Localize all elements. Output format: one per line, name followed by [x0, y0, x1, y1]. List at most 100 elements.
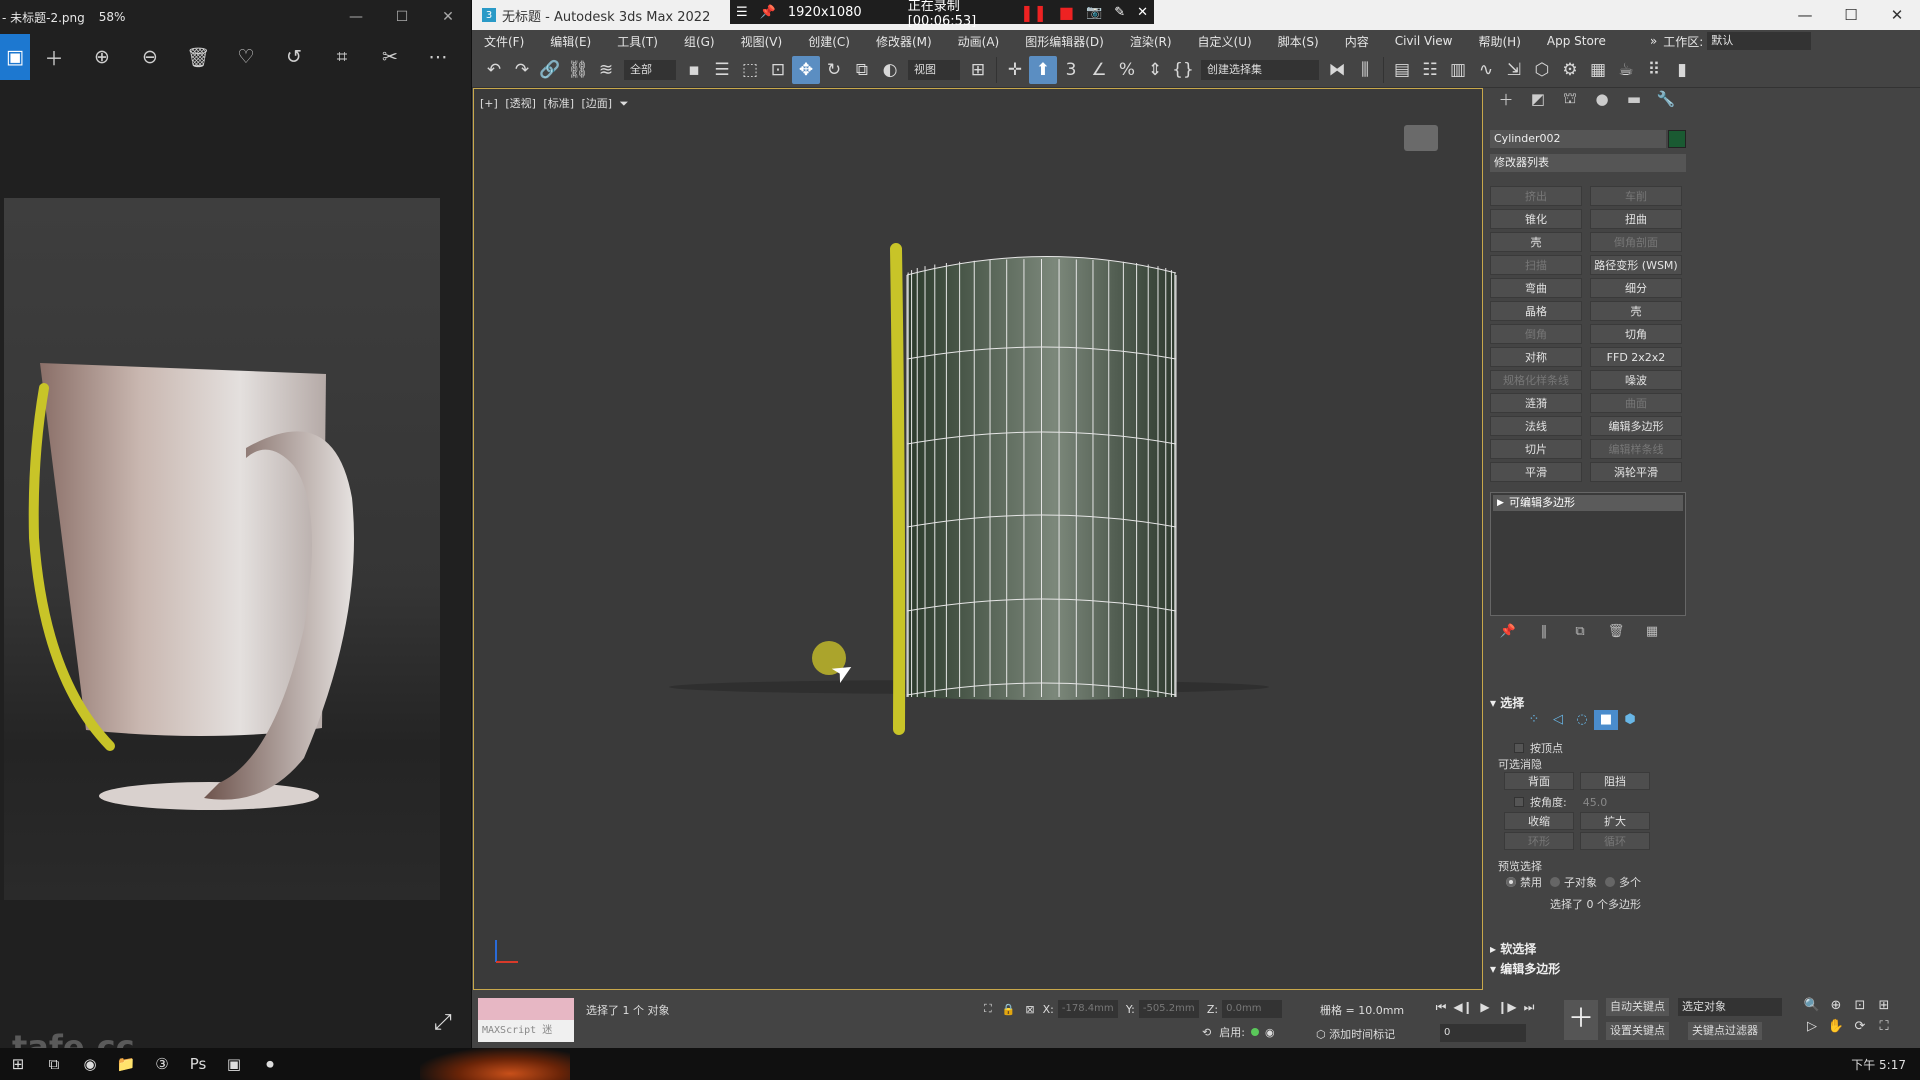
place-icon[interactable]: ◐	[876, 56, 904, 84]
menu-animation[interactable]: 动画(A)	[958, 33, 1000, 50]
menu-modifiers[interactable]: 修改器(M)	[876, 33, 932, 50]
viewport-layout-icon[interactable]: ⠿	[1640, 56, 1668, 84]
selection-rollout-header[interactable]: ▾ 选择	[1490, 694, 1686, 711]
utilities-tab-icon[interactable]: 🔧	[1650, 90, 1682, 108]
spinner-snap-icon[interactable]: ⇕	[1141, 56, 1169, 84]
close-icon[interactable]: ✕	[425, 9, 471, 25]
menu-tools[interactable]: 工具(T)	[617, 33, 658, 50]
current-frame-field[interactable]: 0	[1440, 1024, 1526, 1042]
render-setup-icon[interactable]: ⚙	[1556, 56, 1584, 84]
pen-icon[interactable]: ✎	[1114, 5, 1125, 20]
workspace-dropdown[interactable]: 默认	[1707, 32, 1812, 50]
zoom-all-icon[interactable]: ⊕	[1824, 998, 1848, 1013]
element-level-icon[interactable]: ⬢	[1618, 710, 1642, 730]
maximize-viewport-icon[interactable]: ⛶	[1872, 1019, 1896, 1034]
modifier-button[interactable]: 噪波	[1590, 370, 1682, 390]
perspective-viewport[interactable]: [+] [透视] [标准] [边面] ⏷ ➤	[473, 88, 1483, 990]
enable-status-dot[interactable]	[1250, 1028, 1259, 1036]
by-angle-value[interactable]: 45.0	[1583, 796, 1608, 809]
menu-create[interactable]: 创建(C)	[808, 33, 850, 50]
maxscript-input[interactable]	[478, 998, 574, 1020]
menu-content[interactable]: 内容	[1345, 33, 1369, 50]
loop-button[interactable]: 循环	[1580, 832, 1650, 850]
modifier-button[interactable]: 对称	[1490, 347, 1582, 367]
go-to-start-icon[interactable]: ⏮	[1430, 1000, 1452, 1015]
modifier-button[interactable]: 挤出	[1490, 186, 1582, 206]
modifier-button[interactable]: FFD 2x2x2	[1590, 347, 1682, 367]
orbit-icon[interactable]: ⟳	[1848, 1019, 1872, 1034]
expand-icon[interactable]: ⤢	[434, 1010, 452, 1035]
ribbon-icon[interactable]: ▥	[1444, 56, 1472, 84]
menu-views[interactable]: 视图(V)	[741, 33, 783, 50]
menu-group[interactable]: 组(G)	[684, 33, 715, 50]
add-time-tag[interactable]: ⬡ 添加时间标记	[1316, 1026, 1395, 1042]
by-angle-checkbox[interactable]	[1514, 797, 1524, 807]
by-vertex-checkbox[interactable]	[1514, 743, 1524, 753]
modifier-button[interactable]: 路径变形 (WSM)	[1590, 255, 1682, 275]
grow-button[interactable]: 扩大	[1580, 812, 1650, 830]
snaps-toggle-icon[interactable]: 3	[1057, 56, 1085, 84]
key-selection-dropdown[interactable]: 选定对象	[1678, 998, 1782, 1016]
modifier-button[interactable]: 扭曲	[1590, 209, 1682, 229]
modifier-button[interactable]: 编辑样条线	[1590, 439, 1682, 459]
recorder-icon[interactable]: ⏺	[252, 1055, 288, 1073]
menu-file[interactable]: 文件(F)	[484, 33, 524, 50]
3dsmax-taskbar-icon[interactable]: ③	[144, 1055, 180, 1073]
link-icon[interactable]: 🔗	[536, 56, 564, 84]
maximize-icon[interactable]: ☐	[379, 9, 425, 25]
modifier-button[interactable]: 细分	[1590, 278, 1682, 298]
stack-item-editable-poly[interactable]: ▶ 可编辑多边形	[1493, 495, 1683, 511]
file-explorer-icon[interactable]: 📁	[108, 1055, 144, 1073]
delete-icon[interactable]: 🗑	[174, 34, 222, 80]
photos-icon[interactable]: ▣	[216, 1055, 252, 1073]
undo-icon[interactable]: ↶	[480, 56, 508, 84]
radio-subobject[interactable]	[1550, 877, 1560, 887]
save-icon[interactable]: ▣	[0, 34, 30, 80]
modifier-button[interactable]: 涟漪	[1490, 393, 1582, 413]
zoom-in-icon[interactable]: ⊕	[78, 34, 126, 80]
modifier-button[interactable]: 壳	[1490, 232, 1582, 252]
edge-level-icon[interactable]: ◁	[1546, 710, 1570, 730]
z-coordinate-field[interactable]: 0.0mm	[1222, 1000, 1283, 1018]
window-crossing-icon[interactable]: ⊡	[764, 56, 792, 84]
bind-spacewarp-icon[interactable]: ≋	[592, 56, 620, 84]
backface-button[interactable]: 背面	[1504, 772, 1574, 790]
zoom-icon[interactable]: 🔍	[1800, 998, 1824, 1013]
zoom-extents-all-icon[interactable]: ⊞	[1872, 998, 1896, 1013]
border-level-icon[interactable]: ◌	[1570, 710, 1594, 730]
isolate-icon[interactable]: ⛶	[984, 1002, 992, 1016]
adaptive-degradation-icon[interactable]: ⟲	[1202, 1026, 1211, 1039]
curve-editor-icon[interactable]: ∿	[1472, 56, 1500, 84]
modifier-button[interactable]: 法线	[1490, 416, 1582, 436]
select-by-name-icon[interactable]: ☰	[708, 56, 736, 84]
display-tab-icon[interactable]: ▬	[1618, 90, 1650, 108]
menu-edit[interactable]: 编辑(E)	[550, 33, 591, 50]
add-icon[interactable]: ＋	[30, 34, 78, 80]
minimize-icon[interactable]: —	[333, 9, 379, 25]
time-config-icon[interactable]: ◉	[1265, 1026, 1275, 1039]
angle-snap-icon[interactable]: ∠	[1085, 56, 1113, 84]
modifier-button[interactable]: 规格化样条线	[1490, 370, 1582, 390]
render-icon[interactable]: ☕	[1612, 56, 1640, 84]
motion-tab-icon[interactable]: ●	[1586, 90, 1618, 108]
percent-snap-icon[interactable]: %	[1113, 56, 1141, 84]
maxscript-listener[interactable]: MAXScript 迷	[478, 998, 574, 1044]
render-frame-icon[interactable]: ▦	[1584, 56, 1612, 84]
modifier-list-dropdown[interactable]: 修改器列表	[1490, 154, 1686, 172]
photoshop-icon[interactable]: Ps	[180, 1055, 216, 1073]
expand-arrow-icon[interactable]: ▶	[1497, 495, 1504, 511]
modify-tab-icon[interactable]: ◩	[1522, 90, 1554, 108]
shrink-button[interactable]: 收缩	[1504, 812, 1574, 830]
crop-icon[interactable]: ⌗	[318, 34, 366, 80]
menu-graph-editors[interactable]: 图形编辑器(D)	[1025, 33, 1104, 50]
go-to-end-icon[interactable]: ⏭	[1518, 1000, 1540, 1015]
key-filters-button[interactable]: 关键点过滤器	[1688, 1022, 1762, 1040]
modifier-button[interactable]: 编辑多边形	[1590, 416, 1682, 436]
stop-icon[interactable]: ■	[1059, 3, 1074, 22]
maximize-icon[interactable]: ☐	[1828, 6, 1874, 24]
select-object-icon[interactable]: ▪	[680, 56, 708, 84]
modifier-button[interactable]: 倒角	[1490, 324, 1582, 344]
next-frame-icon[interactable]: ❙▶	[1496, 1000, 1518, 1015]
menu-customize[interactable]: 自定义(U)	[1198, 33, 1252, 50]
lock-icon[interactable]: 🔒	[1002, 1003, 1016, 1016]
